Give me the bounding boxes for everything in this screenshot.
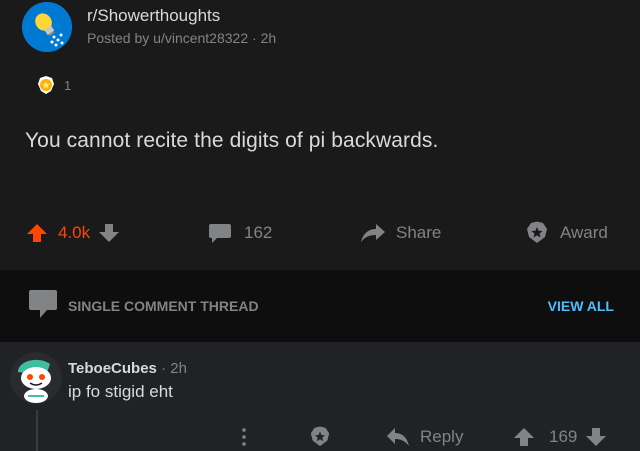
- comment-username-row[interactable]: TeboeCubes · 2h: [68, 360, 187, 377]
- view-all-link[interactable]: VIEW ALL: [548, 298, 614, 314]
- upvote-arrow-icon[interactable]: [26, 222, 48, 244]
- comment-time: 2h: [170, 360, 187, 377]
- thread-label: SINGLE COMMENT THREAD: [68, 298, 259, 314]
- award-label: Award: [560, 223, 608, 242]
- downvote-arrow-icon[interactable]: [585, 426, 607, 448]
- upvote-arrow-icon[interactable]: [513, 426, 535, 448]
- more-options-button[interactable]: [240, 426, 248, 448]
- downvote-arrow-icon[interactable]: [98, 222, 120, 244]
- comment-bubble-icon: [209, 224, 231, 243]
- award-button[interactable]: Award: [525, 220, 608, 246]
- comment-vote-controls: 169: [513, 426, 607, 448]
- post-time: 2h: [260, 30, 277, 46]
- post-awards[interactable]: 1: [36, 75, 71, 95]
- award-icon: [527, 221, 547, 243]
- comment-thread-line[interactable]: [36, 410, 38, 451]
- vote-controls: 4.0k: [26, 220, 120, 246]
- share-arrow-icon: [361, 224, 385, 242]
- post-meta[interactable]: Posted by u/vincent28322 · 2h: [87, 30, 276, 46]
- post-card: r/Showerthoughts Posted by u/vincent2832…: [0, 0, 640, 270]
- subreddit-name[interactable]: r/Showerthoughts: [87, 6, 220, 26]
- reply-label: Reply: [420, 427, 464, 446]
- comment-count: 162: [244, 223, 273, 242]
- award-icon: [310, 426, 330, 447]
- avatar[interactable]: [10, 352, 62, 404]
- snoo-avatar-icon: [10, 352, 62, 404]
- more-dots-icon: [242, 428, 246, 446]
- reply-button[interactable]: Reply: [386, 426, 463, 448]
- share-button[interactable]: Share: [360, 220, 441, 246]
- award-count: 1: [64, 77, 72, 93]
- comment-text: ip fo stigid eht: [68, 382, 173, 401]
- comment-thread-icon: [29, 290, 57, 318]
- lightbulb-shower-icon: [22, 2, 72, 52]
- subreddit-avatar[interactable]: [22, 2, 72, 52]
- post-title[interactable]: You cannot recite the digits of pi backw…: [25, 129, 438, 153]
- award-medal-icon: [38, 76, 54, 94]
- comments-button[interactable]: 162: [208, 220, 272, 246]
- comment-vote-count: 169: [549, 427, 578, 446]
- comment-username[interactable]: TeboeCubes: [68, 360, 157, 377]
- reply-arrow-icon: [387, 428, 409, 446]
- share-label: Share: [396, 223, 442, 242]
- author[interactable]: Posted by u/vincent28322: [87, 30, 248, 46]
- upvote-count: 4.0k: [58, 223, 91, 242]
- comment-award-button[interactable]: [309, 426, 331, 448]
